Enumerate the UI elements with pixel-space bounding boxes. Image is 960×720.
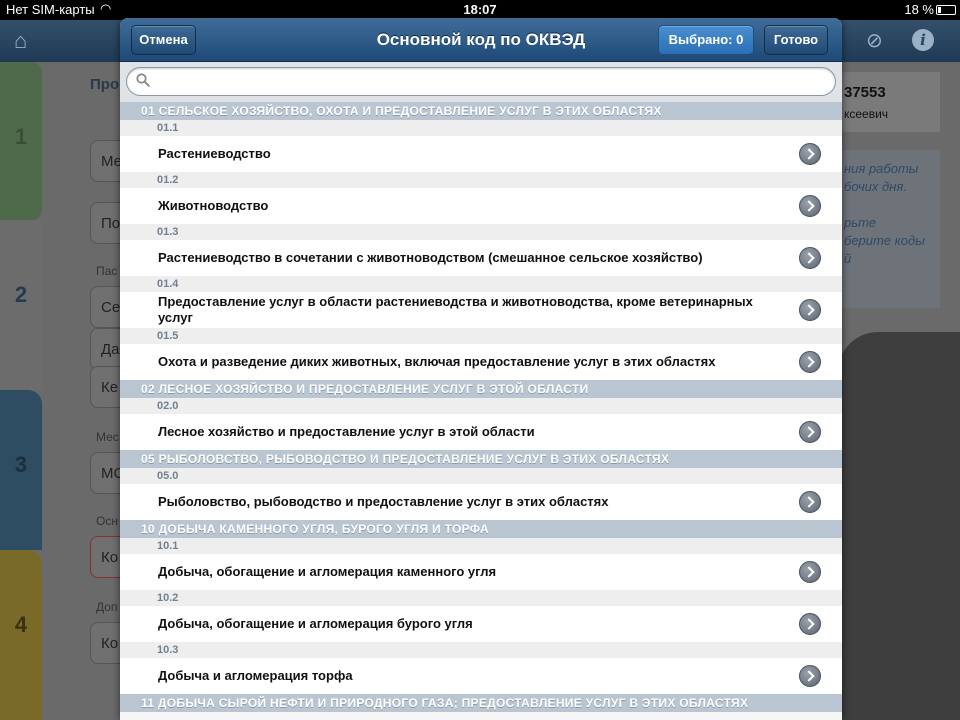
okved-item-label: Добыча, обогащение и агломерация бурого …: [158, 616, 473, 631]
okved-list-item[interactable]: Добыча и агломерация торфа: [120, 658, 842, 694]
background-label: Пас: [96, 264, 118, 278]
okved-code: 02.0: [120, 398, 842, 414]
search-input[interactable]: [157, 72, 817, 92]
selected-count-button[interactable]: Выбрано: 0: [658, 25, 754, 55]
search-icon: [136, 73, 150, 87]
okved-code: 01.4: [120, 276, 842, 292]
disclosure-arrow-icon[interactable]: [799, 351, 821, 373]
okved-code: 01.1: [120, 120, 842, 136]
disclosure-arrow-icon[interactable]: [799, 613, 821, 635]
okved-list-item[interactable]: Рыболовство, рыбоводство и предоставлени…: [120, 484, 842, 520]
disclosure-arrow-icon[interactable]: [799, 299, 821, 321]
section-header: 11 ДОБЫЧА СЫРОЙ НЕФТИ И ПРИРОДНОГО ГАЗА;…: [120, 694, 842, 712]
okved-code: 01.5: [120, 328, 842, 344]
okved-code: 10.2: [120, 590, 842, 606]
okved-list-item[interactable]: Животноводство: [120, 188, 842, 224]
okved-item-label: Растениеводство в сочетании с животновод…: [158, 250, 703, 265]
disclosure-arrow-icon[interactable]: [799, 247, 821, 269]
background-user-card: 37553 ксеевич: [840, 72, 940, 132]
cancel-button[interactable]: Отмена: [131, 25, 196, 55]
disclosure-arrow-icon[interactable]: [799, 665, 821, 687]
search-bar: [120, 62, 842, 102]
okved-item-label: Рыболовство, рыбоводство и предоставлени…: [158, 494, 609, 509]
step-tab-3[interactable]: 3: [0, 390, 42, 550]
background-character-image: [838, 332, 960, 720]
okved-list-item[interactable]: Добыча, обогащение и агломерация бурого …: [120, 606, 842, 642]
disclosure-arrow-icon[interactable]: [799, 561, 821, 583]
okved-list-item[interactable]: Добыча, обогащение и агломерация каменно…: [120, 554, 842, 590]
okved-code: 01.3: [120, 224, 842, 240]
okved-code: 05.0: [120, 468, 842, 484]
background-note: ния работы бочих дня. рьте берите коды й: [840, 150, 940, 308]
okved-list-item[interactable]: Лесное хозяйство и предоставление услуг …: [120, 414, 842, 450]
battery-icon: [936, 5, 956, 15]
okved-picker-popover: Основной код по ОКВЭД Отмена Выбрано: 0 …: [120, 18, 842, 720]
section-header: 10 ДОБЫЧА КАМЕННОГО УГЛЯ, БУРОГО УГЛЯ И …: [120, 520, 842, 538]
info-icon[interactable]: i: [912, 29, 934, 51]
home-icon[interactable]: ⌂: [14, 28, 27, 54]
okved-item-label: Лесное хозяйство и предоставление услуг …: [158, 424, 535, 439]
disclosure-arrow-icon[interactable]: [799, 143, 821, 165]
section-header: 01 СЕЛЬСКОЕ ХОЗЯЙСТВО, ОХОТА И ПРЕДОСТАВ…: [120, 102, 842, 120]
step-tab-1[interactable]: 1: [0, 62, 42, 220]
okved-list-item[interactable]: Растениеводство в сочетании с животновод…: [120, 240, 842, 276]
battery-percent: 18 %: [904, 2, 934, 17]
user-card-name: ксеевич: [844, 107, 889, 121]
okved-list-item[interactable]: Растениеводство: [120, 136, 842, 172]
okved-list: 01 СЕЛЬСКОЕ ХОЗЯЙСТВО, ОХОТА И ПРЕДОСТАВ…: [120, 102, 842, 712]
okved-item-label: Добыча и агломерация торфа: [158, 668, 353, 683]
okved-item-label: Предоставление услуг в области растениев…: [158, 294, 753, 325]
step-tab-4[interactable]: 4: [0, 550, 42, 720]
disclosure-arrow-icon[interactable]: [799, 491, 821, 513]
background-label: Мес: [96, 430, 119, 444]
okved-list-item[interactable]: Охота и разведение диких животных, включ…: [120, 344, 842, 380]
disclosure-arrow-icon[interactable]: [799, 421, 821, 443]
okved-list-item[interactable]: Предоставление услуг в области растениев…: [120, 292, 842, 328]
section-header: 02 ЛЕСНОЕ ХОЗЯЙСТВО И ПРЕДОСТАВЛЕНИЕ УСЛ…: [120, 380, 842, 398]
background-label: Доп: [96, 600, 118, 614]
okved-item-label: Добыча, обогащение и агломерация каменно…: [158, 564, 497, 579]
background-label: Осн: [96, 514, 118, 528]
search-field[interactable]: [126, 67, 836, 96]
okved-item-label: Охота и разведение диких животных, включ…: [158, 354, 716, 369]
background-title: Про: [90, 76, 120, 93]
okved-code: 10.3: [120, 642, 842, 658]
okved-item-label: Растениеводство: [158, 146, 271, 161]
user-card-number: 37553: [844, 84, 886, 101]
disclosure-arrow-icon[interactable]: [799, 195, 821, 217]
okved-code: 01.2: [120, 172, 842, 188]
section-header: 05 РЫБОЛОВСТВО, РЫБОВОДСТВО И ПРЕДОСТАВЛ…: [120, 450, 842, 468]
mute-icon[interactable]: ⊘: [866, 28, 883, 53]
clock: 18:07: [463, 2, 497, 17]
popover-header: Основной код по ОКВЭД Отмена Выбрано: 0 …: [120, 18, 842, 62]
okved-item-label: Животноводство: [158, 198, 269, 213]
okved-code: 10.1: [120, 538, 842, 554]
status-bar: Нет SIM-карты ◠ 18:07 18 %: [0, 0, 960, 20]
done-button[interactable]: Готово: [764, 25, 828, 55]
step-tab-2[interactable]: 2: [0, 220, 42, 390]
